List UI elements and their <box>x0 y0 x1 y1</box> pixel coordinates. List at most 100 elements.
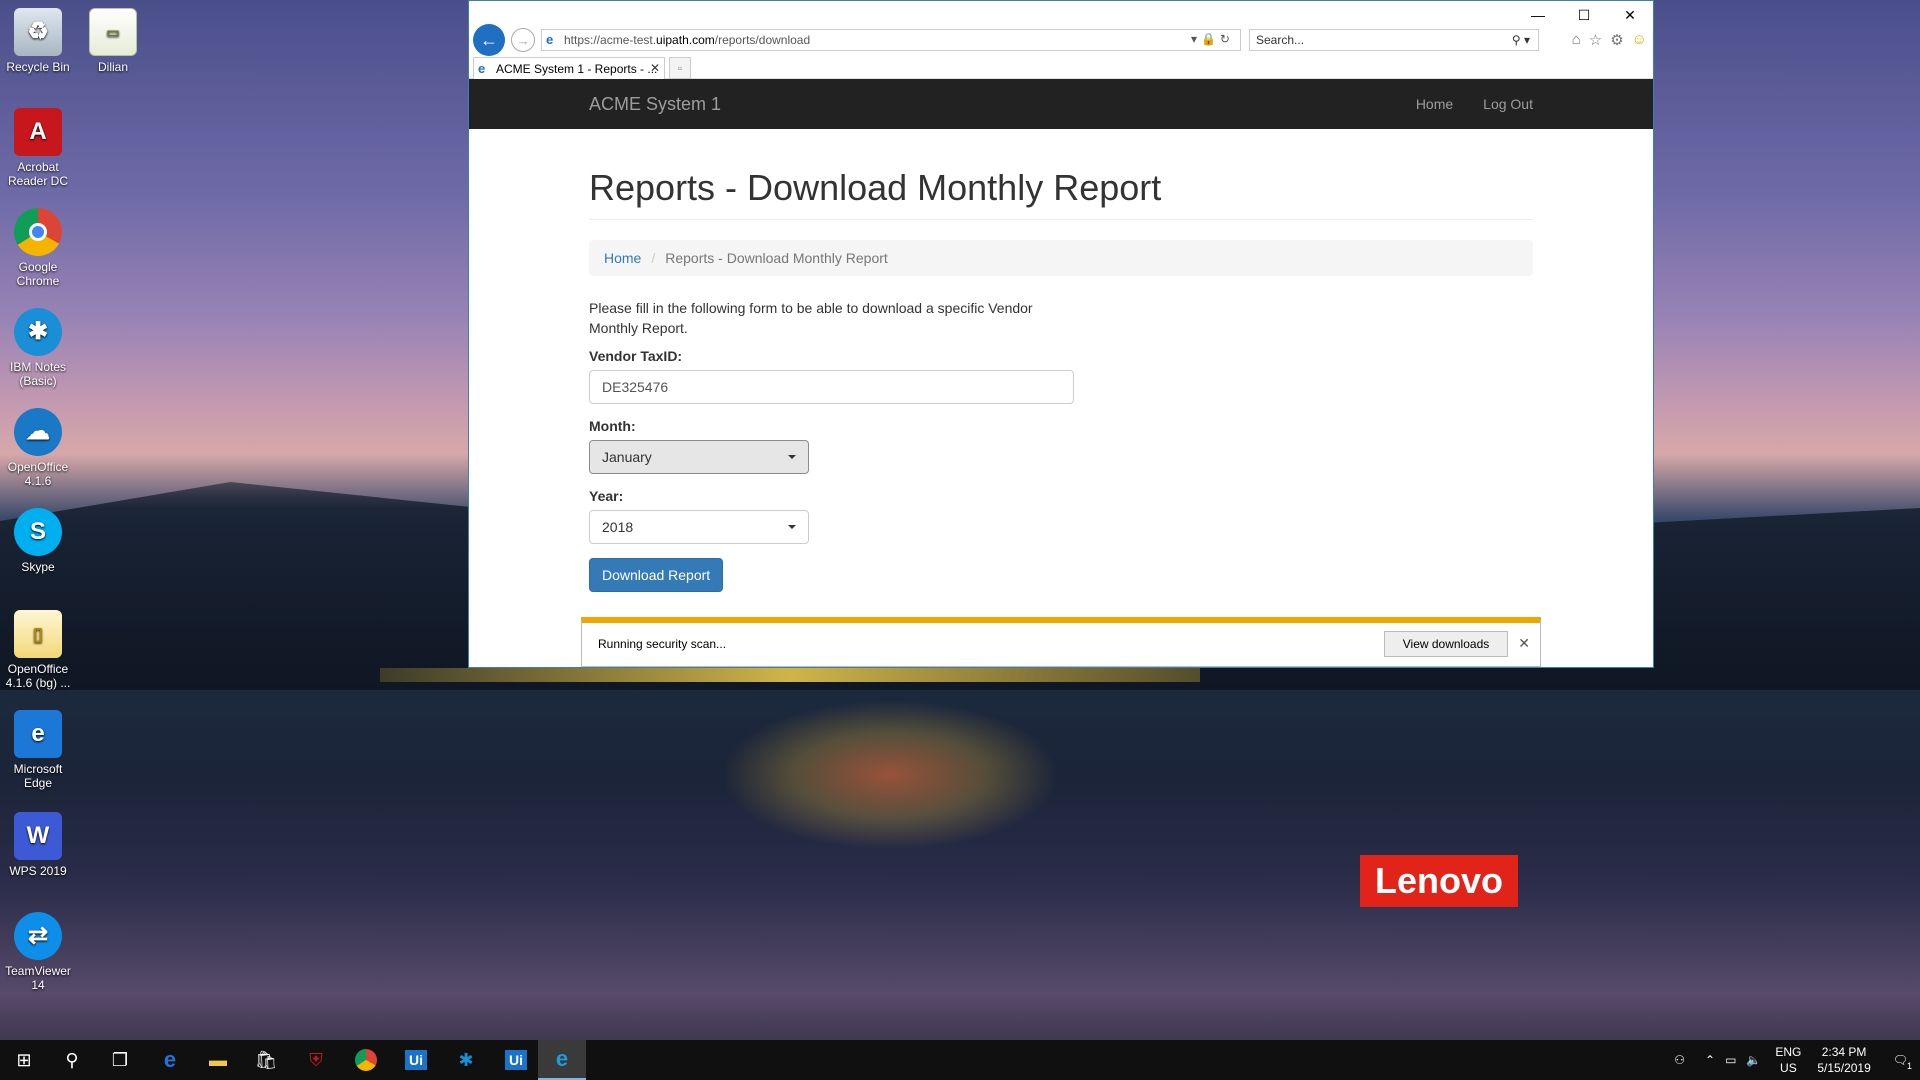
caret-down-icon <box>788 525 796 529</box>
window-controls: — ☐ ✕ <box>1515 1 1653 29</box>
ie-icon: e <box>555 1046 569 1071</box>
forward-button[interactable]: → <box>511 28 535 52</box>
recycle-bin-icon: ♻ <box>14 8 62 56</box>
people-icon[interactable]: ⚇ <box>1674 1053 1685 1067</box>
ibm-notes-icon: ✱ <box>458 1049 474 1070</box>
task-view-icon: ❐ <box>111 1049 129 1070</box>
file-icon: ▯ <box>14 610 62 658</box>
desktop-icon-ibm-notes[interactable]: ✱ IBM Notes (Basic) <box>0 308 78 388</box>
taskbar-edge[interactable]: e <box>146 1040 194 1080</box>
desktop-icon-dilian[interactable]: ▭ Dilian <box>73 8 153 74</box>
lenovo-logo: Lenovo <box>1360 855 1518 907</box>
network-icon[interactable]: ▭ <box>1725 1053 1736 1067</box>
skype-icon: S <box>14 508 62 556</box>
uipath-icon: Ui <box>405 1050 427 1070</box>
back-button[interactable]: ← <box>473 24 505 56</box>
site-brand[interactable]: ACME System 1 <box>589 94 721 115</box>
desktop-icon-acrobat[interactable]: A Acrobat Reader DC <box>0 108 78 188</box>
volume-icon[interactable]: 🔈 <box>1746 1053 1761 1067</box>
address-bar[interactable]: e https://acme-test. uipath.com/reports/d… <box>541 29 1241 51</box>
site-navbar: ACME System 1 Home Log Out <box>469 79 1653 129</box>
mcafee-icon: ⛨ <box>309 1049 323 1070</box>
taskbar-file-explorer[interactable]: ▬ <box>194 1040 242 1080</box>
caret-down-icon <box>788 455 796 459</box>
ibm-notes-icon: ✱ <box>14 308 62 356</box>
gear-icon[interactable]: ⚙ <box>1610 31 1623 49</box>
taxid-label: Vendor TaxID: <box>589 348 683 364</box>
close-icon[interactable]: ✕ <box>1607 1 1653 29</box>
vendor-taxid-input[interactable]: DE325476 <box>589 370 1074 404</box>
address-bar-actions[interactable]: ▾🔒↻ <box>1191 32 1234 46</box>
desktop-icon-recycle-bin[interactable]: ♻ Recycle Bin <box>0 8 78 74</box>
navbar-links: Home Log Out <box>1416 79 1533 129</box>
windows-logo-icon: ⊞ <box>16 1049 32 1070</box>
taskbar-store[interactable]: 🛍 <box>242 1040 290 1080</box>
uipath-icon: Ui <box>505 1050 527 1070</box>
desktop-icon-openoffice[interactable]: ☁ OpenOffice 4.1.6 <box>0 408 78 488</box>
breadcrumb-separator: / <box>651 250 656 266</box>
search-icon: ⚲ <box>65 1049 79 1070</box>
desktop-icon-chrome[interactable]: Google Chrome <box>0 208 78 288</box>
year-label: Year: <box>589 488 624 504</box>
breadcrumb-current: Reports - Download Monthly Report <box>665 250 888 266</box>
minimize-icon[interactable]: — <box>1515 1 1561 29</box>
star-icon[interactable]: ☆ <box>1589 31 1602 49</box>
taskbar-search-button[interactable]: ⚲ <box>48 1040 96 1080</box>
taskbar-uipath-studio[interactable]: Ui <box>392 1040 440 1080</box>
chrome-icon <box>355 1049 377 1071</box>
breadcrumb-home-link[interactable]: Home <box>604 250 641 266</box>
close-notification-icon[interactable]: ✕ <box>1518 635 1530 652</box>
smiley-icon[interactable]: ☺ <box>1632 31 1647 49</box>
view-downloads-button[interactable]: View downloads <box>1384 631 1508 657</box>
action-center-icon[interactable]: 🗨 1 <box>1893 1053 1912 1071</box>
taskbar-uipath-robot[interactable]: Ui <box>492 1040 540 1080</box>
openoffice-icon: ☁ <box>14 408 62 456</box>
close-tab-icon[interactable]: ✕ <box>650 61 660 75</box>
edge-icon: e <box>163 1047 177 1072</box>
tab-acme-reports[interactable]: e ACME System 1 - Reports - ... ✕ <box>473 57 665 79</box>
teamviewer-icon: ⇄ <box>14 912 62 960</box>
home-icon[interactable]: ⌂ <box>1572 31 1581 49</box>
taskbar-ibm-notes[interactable]: ✱ <box>442 1040 490 1080</box>
desktop-icon-wps[interactable]: W WPS 2019 <box>0 812 78 878</box>
desktop-dock-lights <box>380 668 1200 682</box>
desktop-icon-skype[interactable]: S Skype <box>0 508 78 574</box>
search-input[interactable]: Search... ⚲ ▾ <box>1249 29 1539 51</box>
nav-home-link[interactable]: Home <box>1416 96 1453 112</box>
month-label: Month: <box>589 418 636 434</box>
clock[interactable]: 2:34 PM 5/15/2019 <box>1817 1044 1870 1076</box>
desktop-icon-openoffice-bg[interactable]: ▯ OpenOffice 4.1.6 (bg) ... <box>0 610 78 690</box>
nav-logout-link[interactable]: Log Out <box>1483 96 1533 112</box>
edge-icon: e <box>14 710 62 758</box>
taskbar-mcafee[interactable]: ⛨ <box>292 1040 340 1080</box>
arrow-right-icon: → <box>516 32 530 48</box>
year-select[interactable]: 2018 <box>589 510 809 544</box>
page-content: Reports - Download Monthly Report Home /… <box>469 167 1653 592</box>
start-button[interactable]: ⊞ <box>0 1040 48 1080</box>
page-title: Reports - Download Monthly Report <box>589 167 1533 220</box>
download-notification-bar: Running security scan... View downloads … <box>581 617 1541 667</box>
browser-titlebar: — ☐ ✕ ← → e https://acme-test. uipath.com… <box>469 1 1653 79</box>
desktop-icon-teamviewer[interactable]: ⇄ TeamViewer 14 <box>0 912 78 992</box>
task-view-button[interactable]: ❐ <box>96 1040 144 1080</box>
browser-window: — ☐ ✕ ← → e https://acme-test. uipath.com… <box>468 0 1654 668</box>
desktop-icon-edge[interactable]: e Microsoft Edge <box>0 710 78 790</box>
taskbar-internet-explorer[interactable]: e <box>538 1040 586 1080</box>
desktop-water-reflection <box>720 700 1060 850</box>
system-tray: ⚇ ⌃ ▭ 🔈 ENG US 2:34 PM 5/15/2019 🗨 1 <box>1674 1040 1920 1080</box>
search-icon[interactable]: ⚲ ▾ <box>1512 33 1530 47</box>
taskbar-chrome[interactable] <box>342 1040 390 1080</box>
folder-icon: ▭ <box>89 8 137 56</box>
security-scan-message: Running security scan... <box>598 637 727 651</box>
maximize-icon[interactable]: ☐ <box>1561 1 1607 29</box>
new-tab-button[interactable]: ▫ <box>669 57 691 79</box>
ie-icon: e <box>478 61 486 76</box>
store-icon: 🛍 <box>254 1049 278 1070</box>
chevron-up-icon[interactable]: ⌃ <box>1705 1053 1715 1067</box>
folder-icon: ▬ <box>209 1049 227 1070</box>
month-select[interactable]: January <box>589 440 809 474</box>
chrome-icon <box>14 208 62 256</box>
download-report-button[interactable]: Download Report <box>589 558 724 592</box>
browser-toolbar: ⌂ ☆ ⚙ ☺ <box>1572 31 1647 49</box>
language-indicator[interactable]: ENG US <box>1775 1044 1801 1076</box>
